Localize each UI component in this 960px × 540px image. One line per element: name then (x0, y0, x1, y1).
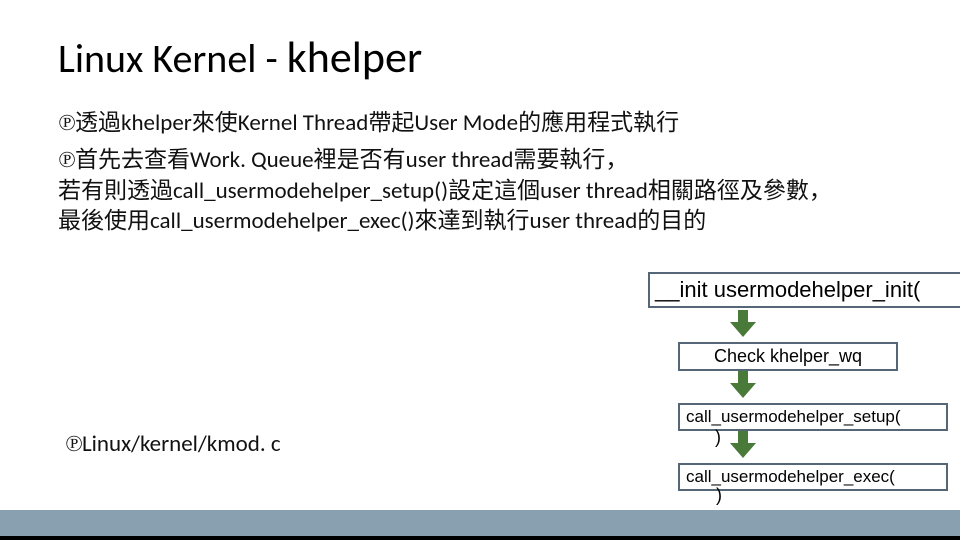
flow-setup-text: call_usermodehelper_setup( (686, 407, 901, 426)
close-paren: ) (715, 427, 721, 448)
bullet-1: ℗透過khelper來使Kernel Thread帶起User Mode的應用程… (58, 108, 940, 139)
source-text: Linux/kernel/kmod. c (82, 430, 281, 458)
bullet-2: ℗首先去查看Work. Queue裡是否有user thread需要執行， 若有… (58, 145, 940, 237)
arrow-down-icon (728, 371, 758, 401)
bullet-2-line3: 最後使用call_usermodehelper_exec()來達到執行user … (58, 207, 706, 235)
flowchart: __init usermodehelper_init( Check khelpe… (648, 272, 958, 491)
bullet-1-text: 透過khelper來使Kernel Thread帶起User Mode的應用程式… (75, 109, 679, 137)
arrow-down-icon (728, 431, 758, 461)
flow-box-setup: call_usermodehelper_setup( ) (678, 403, 948, 431)
flow-exec-text: call_usermodehelper_exec( (686, 467, 895, 486)
flow-box-check: Check khelper_wq (678, 342, 898, 371)
footer-bar (0, 510, 960, 536)
slide: Linux Kernel - khelper ℗透過khelper來使Kerne… (0, 0, 960, 540)
bullet-2-line1: 首先去查看Work. Queue裡是否有user thread需要執行， (75, 146, 628, 174)
footer-line (0, 536, 960, 540)
link-icon: ℗ (58, 110, 75, 135)
link-icon: ℗ (58, 147, 75, 172)
flow-box-exec: call_usermodehelper_exec( ) (678, 463, 948, 491)
link-icon: ℗ (65, 431, 82, 456)
title-keyword: khelper (287, 30, 422, 84)
flow-box-init: __init usermodehelper_init( (648, 272, 960, 308)
title-text-pre: Linux Kernel - (58, 34, 287, 83)
source-line: ℗Linux/kernel/kmod. c (65, 430, 281, 458)
arrow-down-icon (728, 310, 758, 340)
slide-title: Linux Kernel - khelper (58, 30, 422, 84)
bullet-list: ℗透過khelper來使Kernel Thread帶起User Mode的應用程… (58, 108, 940, 243)
bullet-2-line2: 若有則透過call_usermodehelper_setup()設定這個user… (58, 177, 832, 205)
close-paren: ) (716, 485, 722, 506)
